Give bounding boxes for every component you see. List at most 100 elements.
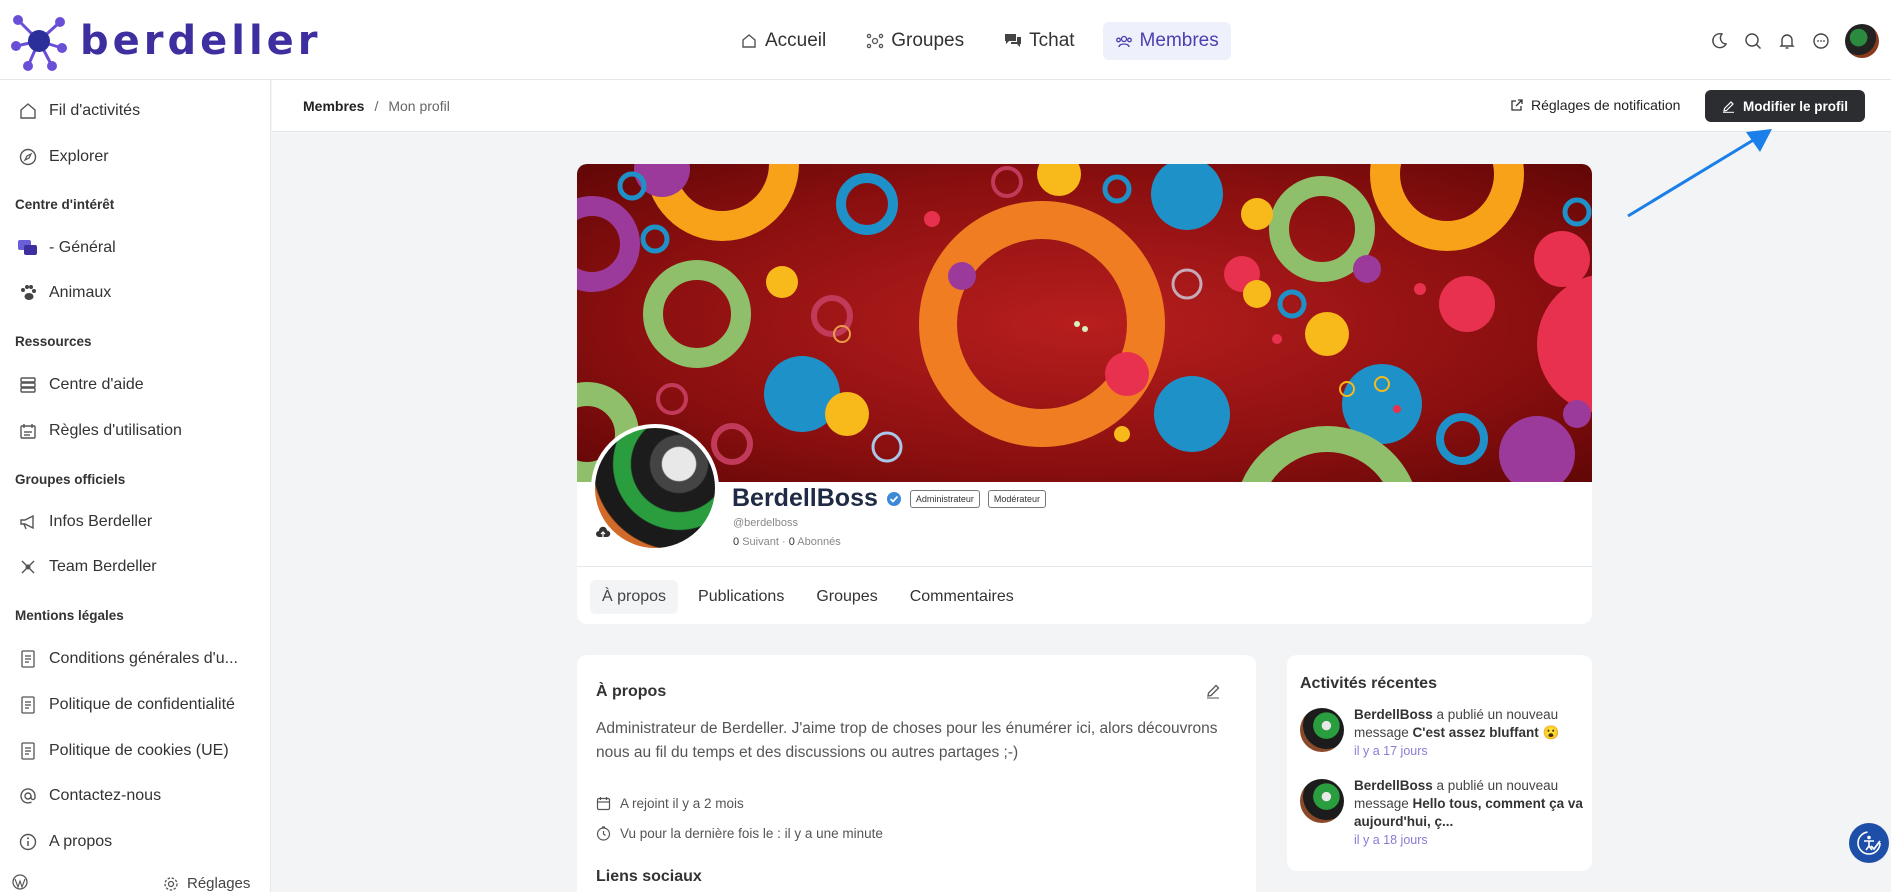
breadcrumb-separator: / (374, 98, 379, 114)
edit-about-icon[interactable] (1205, 683, 1221, 699)
follow-separator: · (781, 536, 786, 548)
activity-user[interactable]: BerdellBoss (1354, 778, 1433, 793)
gear-icon (164, 876, 178, 891)
sidebar-item-fil[interactable]: Fil d'activités (18, 101, 140, 121)
external-link-icon (1511, 98, 1523, 111)
section-title: Ressources (15, 334, 92, 349)
verified-icon (886, 491, 901, 506)
logo-icon (11, 15, 67, 71)
rules-icon (18, 421, 38, 441)
accessibility-button[interactable] (1849, 823, 1889, 863)
sidebar-item-label: Team Berdeller (49, 558, 157, 575)
brand-name: berdeller (80, 18, 322, 64)
accessibility-icon (1857, 831, 1881, 855)
sidebar-item-label: Politique de confidentialité (49, 696, 235, 713)
annotation-arrow (1627, 129, 1772, 218)
nav-tchat[interactable]: Tchat (992, 22, 1086, 60)
search-icon[interactable] (1743, 31, 1763, 51)
tab-commentaires[interactable]: Commentaires (898, 580, 1026, 614)
breadcrumb-current: Mon profil (388, 98, 450, 114)
user-avatar[interactable] (1845, 24, 1879, 58)
divider (577, 566, 1592, 567)
sidebar-item-aide[interactable]: Centre d'aide (18, 375, 144, 395)
edit-profile-label: Modifier le profil (1742, 98, 1848, 114)
messages-icon[interactable] (1811, 31, 1831, 51)
recent-activity-card: Activités récentes BerdellBoss a publié … (1287, 655, 1592, 871)
sidebar-item-cgu[interactable]: Conditions générales d'u... (18, 649, 238, 669)
layers-icon (18, 375, 38, 395)
tab-groupes[interactable]: Groupes (804, 580, 889, 614)
breadcrumb-parent[interactable]: Membres (303, 98, 364, 114)
sidebar-item-explorer[interactable]: Explorer (18, 147, 109, 167)
members-icon (1115, 32, 1133, 50)
about-title: À propos (596, 683, 667, 700)
sidebar-item-team[interactable]: Team Berdeller (18, 557, 157, 577)
activity-text: BerdellBoss a publié un nouveau message … (1354, 706, 1584, 760)
chat-icon (1004, 32, 1022, 50)
last-seen-text: Vu pour la dernière fois le : il y a une… (620, 826, 883, 841)
follow-stats: 0 Suivant · 0 Abonnés (733, 536, 841, 548)
document-icon (18, 695, 38, 715)
profile-name-row: BerdellBoss Administrateur Modérateur (732, 484, 1046, 513)
profile-handle: @berdelboss (733, 517, 798, 529)
sidebar-item-label: Contactez-nous (49, 787, 162, 804)
cover-image (577, 164, 1592, 482)
main-nav: Accueil Groupes Tchat Membres (728, 22, 1231, 60)
sidebar-item-animaux[interactable]: Animaux (18, 283, 111, 303)
activity-avatar (1300, 779, 1344, 823)
section-title: Groupes officiels (15, 472, 126, 487)
logo[interactable]: berdeller (8, 10, 322, 72)
nav-accueil[interactable]: Accueil (728, 22, 838, 60)
section-title: Centre d'intérêt (15, 197, 115, 212)
bell-icon[interactable] (1777, 31, 1797, 51)
settings-link[interactable]: Réglages (163, 875, 250, 892)
followers-label[interactable]: Abonnés (797, 536, 840, 548)
nav-membres[interactable]: Membres (1102, 22, 1231, 60)
nav-label: Tchat (1029, 30, 1075, 51)
about-card: À propos Administrateur de Berdeller. J'… (577, 655, 1256, 892)
document-icon (18, 741, 38, 761)
sidebar-item-label: Explorer (49, 148, 109, 165)
nav-label: Membres (1139, 30, 1219, 51)
social-links-title: Liens sociaux (596, 868, 702, 885)
nav-groupes[interactable]: Groupes (854, 22, 976, 60)
moon-icon[interactable] (1709, 31, 1729, 51)
notification-settings-label: Réglages de notification (1531, 97, 1681, 113)
sidebar-item-label: Infos Berdeller (49, 513, 153, 530)
activity-message[interactable]: C'est assez bluffant 😮 (1413, 725, 1560, 740)
sidebar-item-confidentialite[interactable]: Politique de confidentialité (18, 695, 235, 715)
following-count[interactable]: 0 (733, 536, 739, 548)
sidebar-item-label: Fil d'activités (49, 102, 141, 119)
groups-icon (866, 32, 884, 50)
sidebar-item-general[interactable]: - Général (18, 238, 116, 258)
sidebar-item-label: Centre d'aide (49, 376, 144, 393)
sidebar-item-label: A propos (49, 833, 113, 850)
last-seen-info: Vu pour la dernière fois le : il y a une… (596, 826, 883, 841)
document-icon (18, 649, 38, 669)
tab-publications[interactable]: Publications (686, 580, 796, 614)
recent-activity-title: Activités récentes (1300, 675, 1437, 692)
breadcrumb: Membres / Mon profil (303, 98, 450, 114)
upload-photo-icon[interactable] (595, 526, 611, 540)
profile-card: BerdellBoss Administrateur Modérateur @b… (577, 164, 1592, 624)
sidebar-item-regles[interactable]: Règles d'utilisation (18, 421, 182, 441)
sidebar-item-contact[interactable]: Contactez-nous (18, 786, 161, 806)
sidebar-item-label: Politique de cookies (UE) (49, 742, 229, 759)
sidebar-item-label: - Général (49, 239, 116, 256)
home-icon (18, 101, 38, 121)
notification-settings-link[interactable]: Réglages de notification (1510, 97, 1680, 113)
followers-count[interactable]: 0 (789, 536, 795, 548)
paw-icon (18, 283, 38, 303)
activity-time: il y a 17 jours (1354, 744, 1428, 758)
tab-apropos[interactable]: À propos (590, 580, 679, 614)
activity-user[interactable]: BerdellBoss (1354, 707, 1433, 722)
wordpress-icon[interactable] (12, 874, 28, 892)
edit-profile-button[interactable]: Modifier le profil (1705, 90, 1865, 122)
profile-tabs: À propos Publications Groupes Commentair… (590, 580, 1026, 614)
sidebar-item-cookies[interactable]: Politique de cookies (UE) (18, 741, 229, 761)
sidebar-item-apropos[interactable]: A propos (18, 832, 112, 852)
activity-text: BerdellBoss a publié un nouveau message … (1354, 777, 1584, 849)
sidebar-item-infos[interactable]: Infos Berdeller (18, 512, 152, 532)
team-icon (18, 557, 38, 577)
following-label[interactable]: Suivant (742, 536, 779, 548)
